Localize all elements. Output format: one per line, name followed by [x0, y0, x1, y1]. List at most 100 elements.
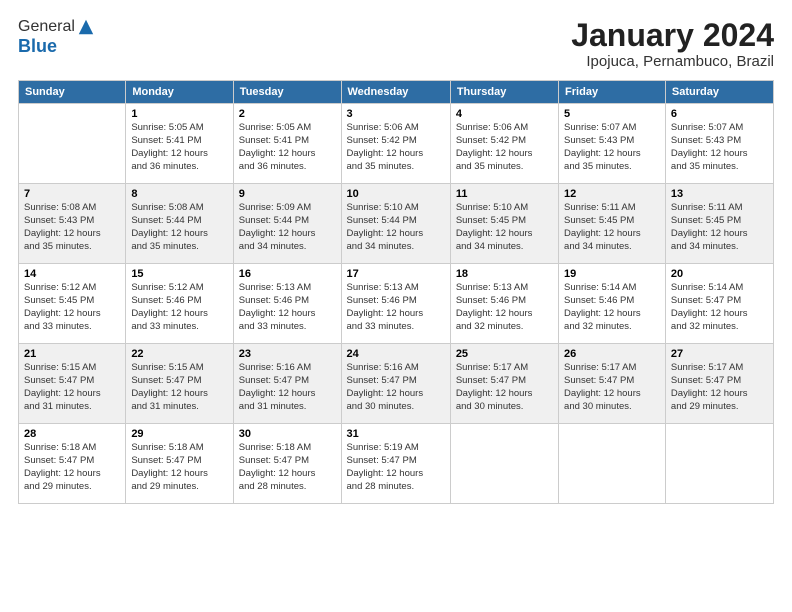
- table-row: 26 Sunrise: 5:17 AM Sunset: 5:47 PM Dayli…: [559, 344, 666, 424]
- table-row: [19, 104, 126, 184]
- col-saturday: Saturday: [665, 81, 773, 104]
- table-row: 30 Sunrise: 5:18 AM Sunset: 5:47 PM Dayli…: [233, 424, 341, 504]
- table-row: 14 Sunrise: 5:12 AM Sunset: 5:45 PM Dayli…: [19, 264, 126, 344]
- day-info: Sunrise: 5:10 AM Sunset: 5:45 PM Dayligh…: [456, 202, 553, 253]
- logo-blue-text: Blue: [18, 36, 95, 57]
- day-number: 21: [24, 348, 120, 360]
- table-row: 13 Sunrise: 5:11 AM Sunset: 5:45 PM Dayli…: [665, 184, 773, 264]
- location: Ipojuca, Pernambuco, Brazil: [571, 53, 774, 70]
- day-number: 6: [671, 108, 768, 120]
- month-title: January 2024: [571, 18, 774, 53]
- day-info: Sunrise: 5:16 AM Sunset: 5:47 PM Dayligh…: [239, 362, 336, 413]
- col-sunday: Sunday: [19, 81, 126, 104]
- day-info: Sunrise: 5:15 AM Sunset: 5:47 PM Dayligh…: [24, 362, 120, 413]
- table-row: 4 Sunrise: 5:06 AM Sunset: 5:42 PM Daylig…: [450, 104, 558, 184]
- day-info: Sunrise: 5:07 AM Sunset: 5:43 PM Dayligh…: [564, 122, 660, 173]
- day-number: 1: [131, 108, 227, 120]
- day-number: 4: [456, 108, 553, 120]
- day-number: 27: [671, 348, 768, 360]
- table-row: 21 Sunrise: 5:15 AM Sunset: 5:47 PM Dayli…: [19, 344, 126, 424]
- day-info: Sunrise: 5:13 AM Sunset: 5:46 PM Dayligh…: [347, 282, 445, 333]
- table-row: 19Sunrise: 5:14 AM Sunset: 5:46 PM Dayli…: [559, 264, 666, 344]
- table-row: 17 Sunrise: 5:13 AM Sunset: 5:46 PM Dayli…: [341, 264, 450, 344]
- day-number: 31: [347, 428, 445, 440]
- day-info: Sunrise: 5:05 AM Sunset: 5:41 PM Dayligh…: [131, 122, 227, 173]
- table-row: [665, 424, 773, 504]
- day-number: 14: [24, 268, 120, 280]
- table-row: 8Sunrise: 5:08 AM Sunset: 5:44 PM Daylig…: [126, 184, 233, 264]
- day-number: 15: [131, 268, 227, 280]
- table-row: 27 Sunrise: 5:17 AM Sunset: 5:47 PM Dayli…: [665, 344, 773, 424]
- day-number: 26: [564, 348, 660, 360]
- table-row: 29Sunrise: 5:18 AM Sunset: 5:47 PM Dayli…: [126, 424, 233, 504]
- logo-general-text: General: [18, 18, 75, 36]
- day-info: Sunrise: 5:11 AM Sunset: 5:45 PM Dayligh…: [564, 202, 660, 253]
- day-info: Sunrise: 5:06 AM Sunset: 5:42 PM Dayligh…: [347, 122, 445, 173]
- day-info: Sunrise: 5:12 AM Sunset: 5:45 PM Dayligh…: [24, 282, 120, 333]
- col-thursday: Thursday: [450, 81, 558, 104]
- logo-icon: [77, 18, 95, 36]
- day-info: Sunrise: 5:10 AM Sunset: 5:44 PM Dayligh…: [347, 202, 445, 253]
- table-row: 7Sunrise: 5:08 AM Sunset: 5:43 PM Daylig…: [19, 184, 126, 264]
- day-info: Sunrise: 5:14 AM Sunset: 5:47 PM Dayligh…: [671, 282, 768, 333]
- col-wednesday: Wednesday: [341, 81, 450, 104]
- day-number: 5: [564, 108, 660, 120]
- table-row: 20 Sunrise: 5:14 AM Sunset: 5:47 PM Dayli…: [665, 264, 773, 344]
- day-info: Sunrise: 5:08 AM Sunset: 5:43 PM Dayligh…: [24, 202, 120, 253]
- day-info: Sunrise: 5:16 AM Sunset: 5:47 PM Dayligh…: [347, 362, 445, 413]
- day-number: 30: [239, 428, 336, 440]
- day-info: Sunrise: 5:15 AM Sunset: 5:47 PM Dayligh…: [131, 362, 227, 413]
- day-number: 20: [671, 268, 768, 280]
- day-info: Sunrise: 5:17 AM Sunset: 5:47 PM Dayligh…: [456, 362, 553, 413]
- day-info: Sunrise: 5:18 AM Sunset: 5:47 PM Dayligh…: [24, 442, 120, 493]
- day-number: 24: [347, 348, 445, 360]
- table-row: 12Sunrise: 5:11 AM Sunset: 5:45 PM Dayli…: [559, 184, 666, 264]
- table-row: 9Sunrise: 5:09 AM Sunset: 5:44 PM Daylig…: [233, 184, 341, 264]
- table-row: 1 Sunrise: 5:05 AM Sunset: 5:41 PM Daylig…: [126, 104, 233, 184]
- table-row: 6 Sunrise: 5:07 AM Sunset: 5:43 PM Daylig…: [665, 104, 773, 184]
- col-tuesday: Tuesday: [233, 81, 341, 104]
- table-row: 24 Sunrise: 5:16 AM Sunset: 5:47 PM Dayli…: [341, 344, 450, 424]
- day-number: 22: [131, 348, 227, 360]
- col-monday: Monday: [126, 81, 233, 104]
- day-number: 25: [456, 348, 553, 360]
- table-row: 3Sunrise: 5:06 AM Sunset: 5:42 PM Daylig…: [341, 104, 450, 184]
- table-row: 16 Sunrise: 5:13 AM Sunset: 5:46 PM Dayli…: [233, 264, 341, 344]
- table-row: 11 Sunrise: 5:10 AM Sunset: 5:45 PM Dayli…: [450, 184, 558, 264]
- day-info: Sunrise: 5:13 AM Sunset: 5:46 PM Dayligh…: [239, 282, 336, 333]
- day-number: 11: [456, 188, 553, 200]
- day-info: Sunrise: 5:12 AM Sunset: 5:46 PM Dayligh…: [131, 282, 227, 333]
- day-number: 13: [671, 188, 768, 200]
- day-info: Sunrise: 5:11 AM Sunset: 5:45 PM Dayligh…: [671, 202, 768, 253]
- table-row: 15 Sunrise: 5:12 AM Sunset: 5:46 PM Dayli…: [126, 264, 233, 344]
- table-row: [450, 424, 558, 504]
- table-row: 2 Sunrise: 5:05 AM Sunset: 5:41 PM Daylig…: [233, 104, 341, 184]
- day-info: Sunrise: 5:19 AM Sunset: 5:47 PM Dayligh…: [347, 442, 445, 493]
- day-number: 2: [239, 108, 336, 120]
- page: General Blue January 2024 Ipojuca, Perna…: [0, 0, 792, 612]
- day-info: Sunrise: 5:07 AM Sunset: 5:43 PM Dayligh…: [671, 122, 768, 173]
- table-row: 22 Sunrise: 5:15 AM Sunset: 5:47 PM Dayli…: [126, 344, 233, 424]
- table-row: 18Sunrise: 5:13 AM Sunset: 5:46 PM Dayli…: [450, 264, 558, 344]
- day-number: 17: [347, 268, 445, 280]
- col-friday: Friday: [559, 81, 666, 104]
- day-number: 16: [239, 268, 336, 280]
- calendar-week-row: 14 Sunrise: 5:12 AM Sunset: 5:45 PM Dayli…: [19, 264, 774, 344]
- day-info: Sunrise: 5:06 AM Sunset: 5:42 PM Dayligh…: [456, 122, 553, 173]
- day-info: Sunrise: 5:17 AM Sunset: 5:47 PM Dayligh…: [671, 362, 768, 413]
- calendar-week-row: 21 Sunrise: 5:15 AM Sunset: 5:47 PM Dayli…: [19, 344, 774, 424]
- day-number: 23: [239, 348, 336, 360]
- calendar-week-row: 1 Sunrise: 5:05 AM Sunset: 5:41 PM Daylig…: [19, 104, 774, 184]
- calendar-week-row: 28Sunrise: 5:18 AM Sunset: 5:47 PM Dayli…: [19, 424, 774, 504]
- logo: General Blue: [18, 18, 95, 57]
- day-info: Sunrise: 5:05 AM Sunset: 5:41 PM Dayligh…: [239, 122, 336, 173]
- header: General Blue January 2024 Ipojuca, Perna…: [18, 18, 774, 70]
- table-row: 23 Sunrise: 5:16 AM Sunset: 5:47 PM Dayli…: [233, 344, 341, 424]
- day-info: Sunrise: 5:18 AM Sunset: 5:47 PM Dayligh…: [131, 442, 227, 493]
- day-info: Sunrise: 5:17 AM Sunset: 5:47 PM Dayligh…: [564, 362, 660, 413]
- day-number: 8: [131, 188, 227, 200]
- day-info: Sunrise: 5:13 AM Sunset: 5:46 PM Dayligh…: [456, 282, 553, 333]
- day-info: Sunrise: 5:18 AM Sunset: 5:47 PM Dayligh…: [239, 442, 336, 493]
- day-number: 19: [564, 268, 660, 280]
- day-number: 10: [347, 188, 445, 200]
